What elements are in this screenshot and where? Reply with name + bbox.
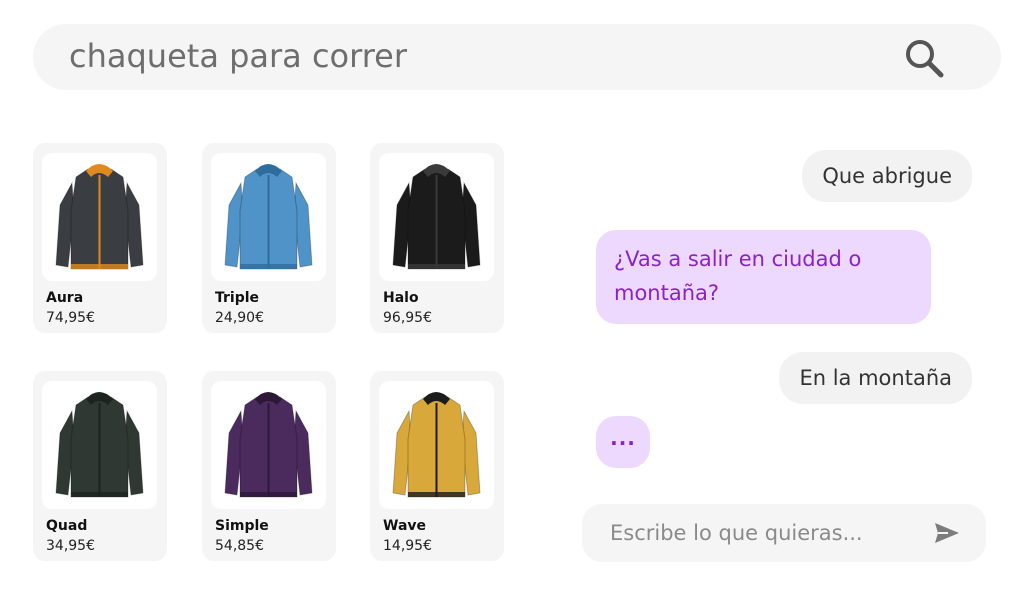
chat-input-placeholder[interactable]: Escribe lo que quieras... <box>610 521 863 545</box>
search-input[interactable]: chaqueta para correr <box>69 37 407 75</box>
product-image[interactable] <box>42 381 157 509</box>
product-image[interactable] <box>42 153 157 281</box>
jacket-icon <box>392 164 481 270</box>
jacket-icon <box>392 392 481 498</box>
product-card[interactable]: Wave 14,95€ <box>370 371 504 561</box>
product-image[interactable] <box>379 153 494 281</box>
jacket-icon <box>224 392 313 498</box>
product-card[interactable]: Triple 24,90€ <box>202 143 336 333</box>
product-card[interactable]: Aura 74,95€ <box>33 143 167 333</box>
product-card[interactable]: Simple 54,85€ <box>202 371 336 561</box>
product-name: Triple <box>215 290 260 306</box>
product-price: 14,95€ <box>383 538 432 554</box>
assistant-message: ¿Vas a salir en ciudad o montaña? <box>596 230 931 324</box>
jacket-icon <box>55 164 144 270</box>
product-card[interactable]: Quad 34,95€ <box>33 371 167 561</box>
product-name: Quad <box>46 518 88 534</box>
user-message: Que abrigue <box>802 150 972 202</box>
search-icon[interactable] <box>903 37 945 79</box>
product-name: Halo <box>383 290 419 306</box>
chat-input[interactable]: Escribe lo que quieras... <box>582 504 986 562</box>
product-name: Wave <box>383 518 427 534</box>
jacket-icon <box>55 392 144 498</box>
product-card[interactable]: Halo 96,95€ <box>370 143 504 333</box>
product-image[interactable] <box>211 381 326 509</box>
typing-indicator: ... <box>596 416 650 468</box>
product-price: 24,90€ <box>215 310 264 326</box>
send-icon[interactable] <box>934 522 960 544</box>
jacket-icon <box>224 164 313 270</box>
product-name: Simple <box>215 518 269 534</box>
search-bar[interactable]: chaqueta para correr <box>33 24 1001 90</box>
product-image[interactable] <box>379 381 494 509</box>
product-price: 96,95€ <box>383 310 432 326</box>
product-image[interactable] <box>211 153 326 281</box>
product-name: Aura <box>46 290 84 306</box>
product-price: 54,85€ <box>215 538 264 554</box>
user-message: En la montaña <box>779 352 972 404</box>
product-price: 34,95€ <box>46 538 95 554</box>
product-price: 74,95€ <box>46 310 95 326</box>
